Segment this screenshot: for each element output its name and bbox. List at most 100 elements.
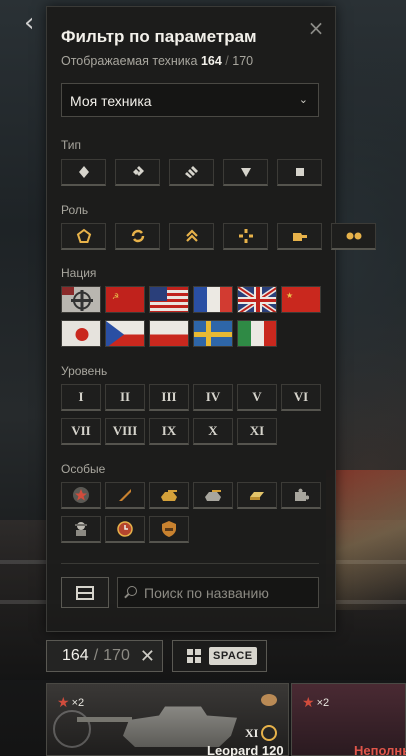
role-support-filter[interactable] (223, 223, 268, 250)
role-assault-filter[interactable] (61, 223, 106, 250)
role-versatile-filter[interactable] (115, 223, 160, 250)
germany-flag-filter[interactable] (61, 286, 101, 313)
clear-filter-icon[interactable]: ✕ (140, 646, 155, 667)
panel-divider (61, 563, 319, 564)
close-icon[interactable]: × (307, 18, 325, 38)
level-8-filter[interactable]: VIII (105, 418, 145, 445)
xp-multiplier: ★ ×2 (302, 694, 330, 710)
japan-flag-filter[interactable] (61, 320, 101, 347)
filter-panel: Фильтр по параметрам × Отображаемая техн… (46, 6, 376, 632)
back-arrow-icon[interactable]: ‹ (24, 8, 34, 38)
heavy-tank-icon (184, 166, 198, 178)
tanker-icon (75, 522, 87, 536)
space-key-hint: SPACE (209, 647, 257, 665)
list-view-icon (76, 585, 94, 600)
special-gold-filter[interactable] (237, 482, 277, 509)
special-filter-row-2 (61, 516, 189, 543)
counter-separator: / (93, 647, 99, 664)
tank-image (123, 706, 237, 747)
nation-section-label: Нация (61, 266, 97, 280)
poland-flag-filter[interactable] (149, 320, 189, 347)
special-collector-tank-filter[interactable] (193, 482, 233, 509)
nation-filter-row-2 (61, 320, 277, 347)
spg-icon (295, 168, 304, 176)
level-5-filter[interactable]: V (237, 384, 277, 411)
level-section-label: Уровень (61, 364, 108, 378)
special-section-label: Особые (61, 462, 106, 476)
italy-flag-filter[interactable] (237, 320, 277, 347)
uk-flag-filter[interactable] (237, 286, 277, 313)
double-chevron-up-icon (185, 229, 198, 242)
level-3-filter[interactable]: III (149, 384, 189, 411)
list-view-button[interactable] (61, 577, 109, 608)
special-puzzle-filter[interactable] (281, 482, 321, 509)
counter-current: 164 (62, 647, 89, 664)
level-10-filter[interactable]: X (193, 418, 233, 445)
puzzle-icon (295, 488, 309, 501)
spg-filter[interactable] (277, 159, 322, 186)
special-shell-filter[interactable] (105, 482, 145, 509)
crosshair-icon (238, 229, 253, 243)
search-input[interactable] (144, 583, 314, 603)
svg-text:☭: ☭ (112, 292, 119, 301)
medium-tank-filter[interactable] (115, 159, 160, 186)
level-11-filter[interactable]: XI (237, 418, 277, 445)
nation-emblem-icon (53, 710, 91, 748)
special-time-filter[interactable] (105, 516, 145, 543)
ussr-flag-filter[interactable]: ☭ (105, 286, 145, 313)
binoculars-icon (346, 232, 361, 240)
panel-title: Фильтр по параметрам (61, 27, 257, 46)
special-crew-filter[interactable] (61, 516, 101, 543)
light-tank-filter[interactable] (61, 159, 106, 186)
special-filter-row-1 (61, 482, 321, 509)
vehicle-card[interactable]: ★ ×2 XI Leopard 120 (46, 683, 289, 756)
light-tank-icon (78, 166, 89, 178)
tank-destroyer-filter[interactable] (223, 159, 268, 186)
tank-gun (77, 717, 132, 722)
red-star-icon: ★ (57, 694, 70, 710)
grid-view-button[interactable]: SPACE (172, 640, 267, 672)
pentagon-icon (76, 228, 91, 243)
china-flag-filter[interactable]: ★ (281, 286, 321, 313)
role-section-label: Роль (61, 203, 89, 217)
shown-vehicles-counter: Отображаемая техника 164 / 170 (61, 54, 254, 68)
xp-multiplier: ★ ×2 (57, 694, 85, 710)
level-1-filter[interactable]: I (61, 384, 101, 411)
level-4-filter[interactable]: IV (193, 384, 233, 411)
role-filter-row (61, 223, 376, 250)
red-star-icon: ★ (302, 694, 315, 710)
level-2-filter[interactable]: II (105, 384, 145, 411)
sweden-flag-filter[interactable] (193, 320, 233, 347)
red-star-icon (73, 487, 89, 503)
chevron-down-icon: ⌄ (298, 93, 308, 106)
usa-flag-filter[interactable] (149, 286, 189, 313)
nation-filter-row-1: ☭ ★ (61, 286, 321, 313)
medium-tank-icon (132, 166, 144, 176)
czech-flag-filter[interactable] (105, 320, 145, 347)
role-breakthrough-filter[interactable] (169, 223, 214, 250)
level-6-filter[interactable]: VI (281, 384, 321, 411)
vehicle-source-select[interactable]: Моя техника ⌄ (61, 83, 319, 117)
special-star-filter[interactable] (61, 482, 101, 509)
svg-text:★: ★ (286, 291, 293, 300)
shell-icon (119, 489, 131, 501)
special-premium-tank-filter[interactable] (149, 482, 189, 509)
hand-pointer-icon (292, 233, 307, 241)
heavy-tank-filter[interactable] (169, 159, 214, 186)
type-filter-row (61, 159, 322, 186)
grid-icon (187, 649, 201, 663)
silver-tank-icon (205, 490, 221, 501)
level-7-filter[interactable]: VII (61, 418, 101, 445)
vehicle-counter-button[interactable]: 164 / 170 ✕ (46, 640, 163, 672)
rotate-icon (131, 229, 144, 243)
gold-tank-icon (161, 490, 177, 501)
france-flag-filter[interactable] (193, 286, 233, 313)
role-sniper-filter[interactable] (277, 223, 322, 250)
role-scout-filter[interactable] (331, 223, 376, 250)
special-reward-filter[interactable] (149, 516, 189, 543)
shield-tank-icon (162, 521, 176, 537)
vehicle-card[interactable]: ★×2 Неполны (291, 683, 406, 756)
type-section-label: Тип (61, 138, 82, 152)
tank-destroyer-icon (240, 168, 251, 177)
level-9-filter[interactable]: IX (149, 418, 189, 445)
